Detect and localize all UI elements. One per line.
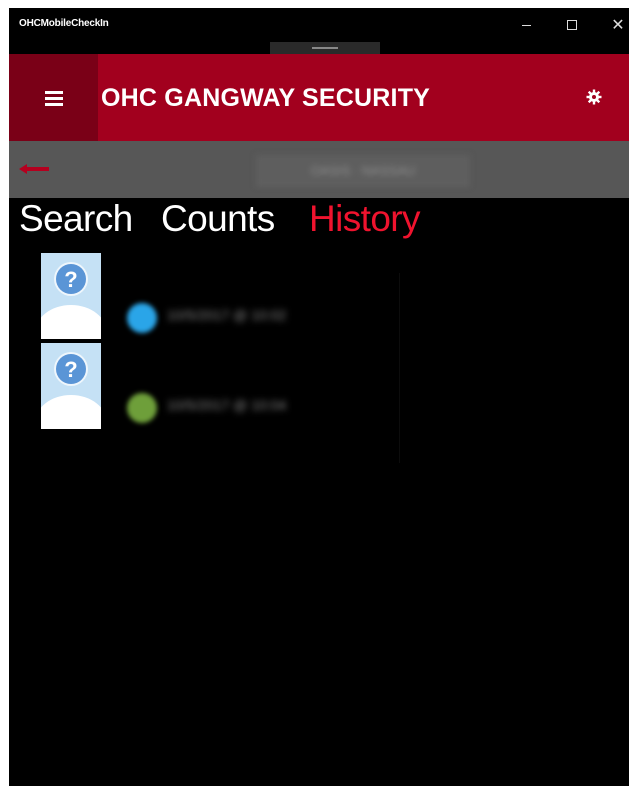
minimize-button[interactable] — [503, 8, 549, 42]
history-list-item[interactable]: ? 10/5/2017 @ 10:04 — [41, 343, 421, 431]
list-divider — [399, 273, 400, 463]
status-indicator — [127, 393, 157, 423]
app-window: OHCMobileCheckIn ✕ OHC GANGWAY SECURITY — [9, 8, 629, 786]
minimize-icon — [521, 24, 531, 26]
close-button[interactable]: ✕ — [595, 8, 629, 42]
app-title: OHCMobileCheckIn — [19, 18, 109, 29]
drag-handle[interactable] — [270, 42, 380, 54]
page-title: OHC GANGWAY SECURITY — [101, 84, 431, 112]
unknown-person-icon: ? — [41, 253, 101, 339]
back-button[interactable] — [17, 159, 57, 179]
menu-button[interactable] — [9, 54, 98, 141]
hamburger-menu-icon — [44, 90, 63, 106]
back-arrow-icon — [19, 164, 49, 174]
gear-icon — [586, 89, 602, 105]
ship-selector-field[interactable]: OASIS · NASSAU — [256, 155, 470, 186]
settings-button[interactable] — [579, 82, 609, 112]
svg-text:?: ? — [64, 357, 77, 382]
history-entry-text: 10/5/2017 @ 10:02 — [167, 307, 287, 323]
tab-search[interactable]: Search — [19, 198, 133, 240]
maximize-icon — [567, 20, 577, 30]
tab-counts[interactable]: Counts — [161, 198, 275, 240]
unknown-person-icon: ? — [41, 343, 101, 429]
app-header: OHC GANGWAY SECURITY — [9, 54, 629, 141]
history-entry-text: 10/5/2017 @ 10:04 — [167, 397, 287, 413]
status-indicator — [127, 303, 157, 333]
title-bar[interactable]: OHCMobileCheckIn ✕ — [9, 8, 629, 42]
sub-toolbar: OASIS · NASSAU — [9, 141, 629, 198]
tab-history[interactable]: History — [309, 198, 421, 240]
history-list-item[interactable]: ? 10/5/2017 @ 10:02 — [41, 253, 421, 341]
close-icon: ✕ — [611, 17, 625, 34]
grip-icon — [312, 47, 338, 49]
svg-text:?: ? — [64, 267, 77, 292]
maximize-button[interactable] — [549, 8, 595, 42]
